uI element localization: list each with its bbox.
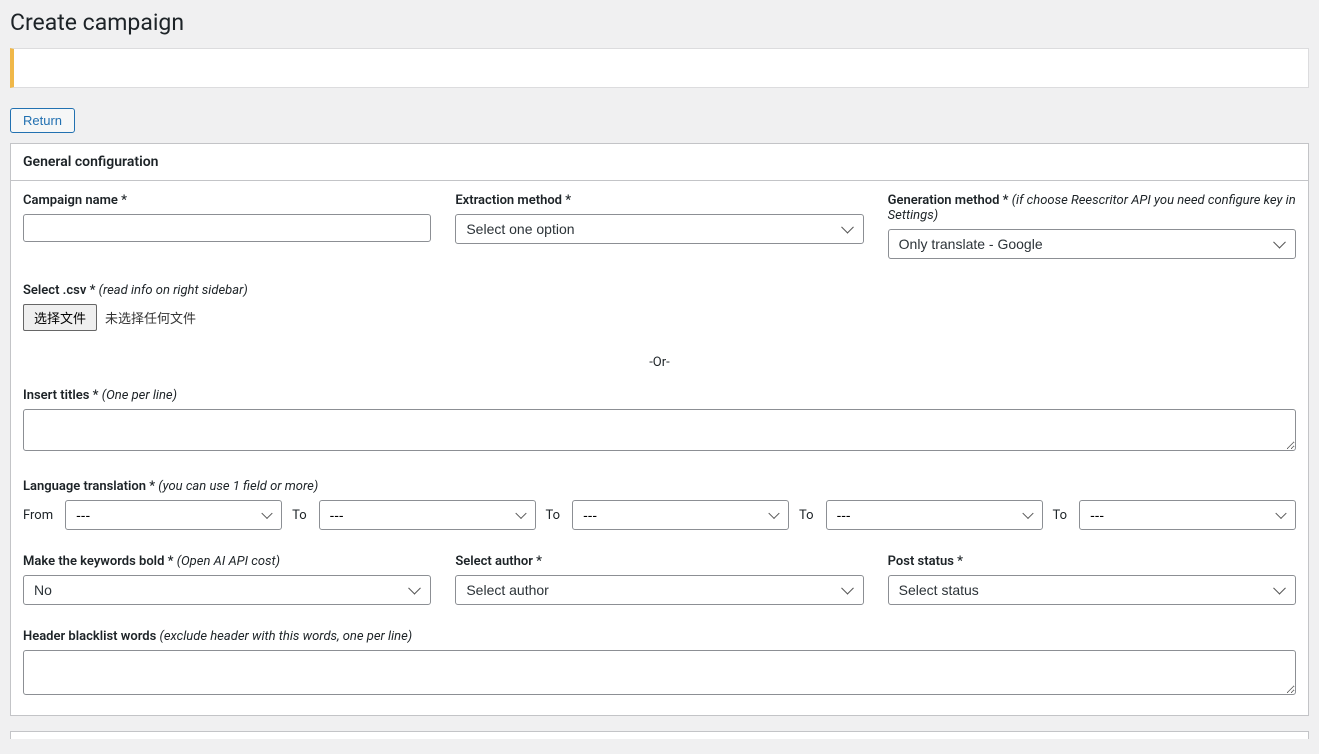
extraction-method-label: Extraction method * <box>455 193 863 208</box>
notice-bar <box>10 48 1309 88</box>
select-author-select[interactable]: Select author <box>455 575 863 605</box>
lang-to-label-4: To <box>1053 508 1068 523</box>
page-title: Create campaign <box>0 0 1319 40</box>
campaign-name-label: Campaign name * <box>23 193 431 208</box>
generation-method-select[interactable]: Only translate - Google <box>888 229 1296 259</box>
campaign-name-input[interactable] <box>23 214 431 242</box>
panel-header: General configuration <box>11 144 1308 181</box>
insert-titles-label: Insert titles * (One per line) <box>23 388 1296 403</box>
post-status-select[interactable]: Select status <box>888 575 1296 605</box>
language-translation-label: Language translation * (you can use 1 fi… <box>23 479 1296 494</box>
select-csv-label: Select .csv * (read info on right sideba… <box>23 283 1296 298</box>
header-blacklist-label: Header blacklist words (exclude header w… <box>23 629 1296 644</box>
return-button[interactable]: Return <box>10 108 75 133</box>
keywords-bold-label: Make the keywords bold * (Open AI API co… <box>23 554 431 569</box>
insert-titles-textarea[interactable] <box>23 409 1296 451</box>
keywords-bold-select[interactable]: No <box>23 575 431 605</box>
lang-to-select-1[interactable]: --- <box>319 500 536 530</box>
lang-to-label-1: To <box>292 508 307 523</box>
lang-to-select-4[interactable]: --- <box>1079 500 1296 530</box>
lang-to-select-3[interactable]: --- <box>826 500 1043 530</box>
file-choose-button[interactable]: 选择文件 <box>23 304 97 331</box>
header-blacklist-textarea[interactable] <box>23 650 1296 695</box>
general-configuration-panel: General configuration Campaign name * Ex… <box>10 143 1309 716</box>
select-author-label: Select author * <box>455 554 863 569</box>
generation-method-label: Generation method * (if choose Reescrito… <box>888 193 1296 223</box>
lang-to-select-2[interactable]: --- <box>572 500 789 530</box>
or-divider: -Or- <box>23 355 1296 370</box>
lang-from-select[interactable]: --- <box>65 500 282 530</box>
lang-to-label-3: To <box>799 508 814 523</box>
post-status-label: Post status * <box>888 554 1296 569</box>
lang-from-label: From <box>23 508 53 523</box>
extraction-method-select[interactable]: Select one option <box>455 214 863 244</box>
lang-to-label-2: To <box>546 508 561 523</box>
file-status: 未选择任何文件 <box>105 308 196 327</box>
